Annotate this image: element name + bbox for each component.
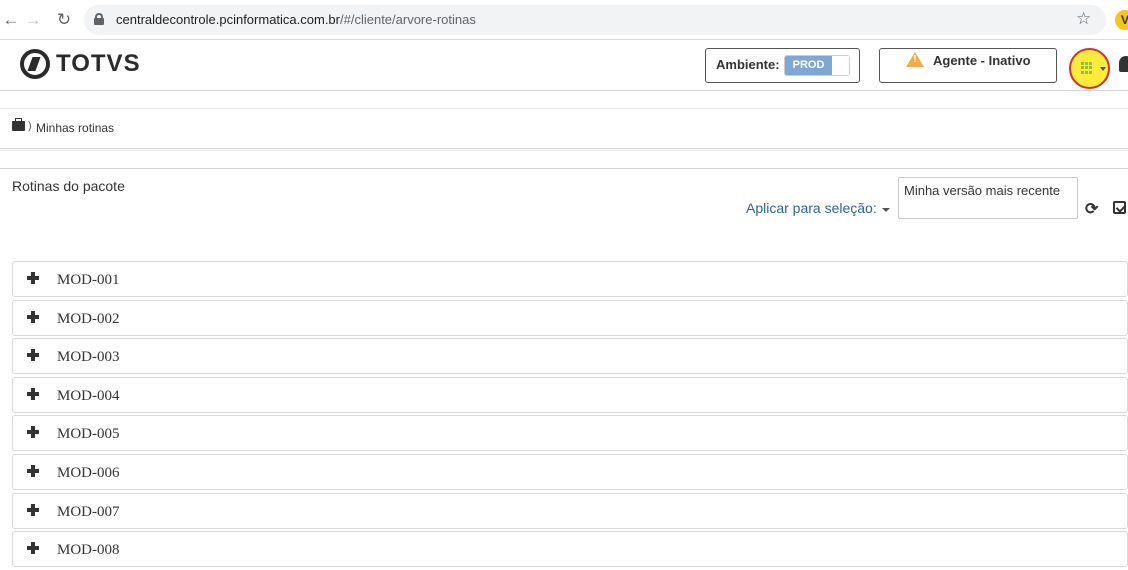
plus-icon[interactable] [27,464,39,477]
check-all-icon[interactable] [1113,201,1126,214]
module-label: MOD-003 [57,349,120,366]
ambiente-toggle[interactable]: PROD [784,55,850,76]
module-row[interactable]: MOD-003 [12,338,1128,375]
plus-icon[interactable] [27,349,39,362]
totvs-logo-mark-icon [20,49,50,79]
plus-icon[interactable] [27,387,39,400]
module-row[interactable]: MOD-004 [12,376,1128,413]
module-label: MOD-005 [57,426,120,443]
apps-menu-button[interactable] [1069,48,1110,89]
module-row[interactable]: MOD-001 [12,261,1128,297]
url-path: /#/cliente/arvore-rotinas [340,12,476,27]
breadcrumb: ) Minhas rotinas [0,109,1128,149]
warning-icon-mark: ! [913,54,917,65]
brand-name: TOTVS [56,50,141,77]
browser-toolbar: ← → ↻ centraldecontrole.pcinformatica.co… [0,0,1128,40]
lock-icon [94,13,104,25]
module-label: MOD-006 [57,464,120,481]
plus-icon[interactable] [27,310,39,323]
url-text: centraldecontrole.pcinformatica.com.br/#… [116,12,476,27]
chevron-down-icon [1100,67,1106,71]
module-list: MOD-001 MOD-002 MOD-003 MOD-004 MOD-005 … [12,261,1128,570]
plus-icon[interactable] [27,542,39,555]
star-icon[interactable]: ☆ [1076,9,1091,29]
bell-icon[interactable] [1119,56,1128,72]
module-row[interactable]: MOD-005 [12,415,1128,452]
plus-icon[interactable] [27,503,39,516]
ambiente-toggle-value: PROD [785,56,832,75]
module-label: MOD-008 [57,542,120,559]
module-row[interactable]: MOD-002 [12,299,1128,336]
module-row[interactable]: MOD-006 [12,453,1128,490]
chevron-down-icon[interactable] [882,208,890,212]
section-title: Rotinas do pacote [12,178,125,194]
breadcrumb-separator: ) [28,120,32,132]
totvs-logo[interactable]: TOTVS [20,49,141,79]
extension-icon[interactable]: V [1115,10,1128,30]
back-arrow-icon[interactable]: ← [0,9,22,31]
app-header: TOTVS Ambiente: PROD ! Agente - Inativo [0,40,1128,90]
briefcase-icon[interactable] [12,118,25,131]
breadcrumb-current: Minhas rotinas [36,121,115,135]
module-row[interactable]: MOD-007 [12,492,1128,529]
plus-icon[interactable] [27,426,39,439]
toggle-knob [833,56,849,75]
agent-status-label: Agente - Inativo [933,53,1031,68]
ambiente-label: Ambiente: [716,57,780,72]
forward-arrow-icon[interactable]: → [22,9,44,31]
module-label: MOD-002 [57,310,120,327]
apps-grid-icon [1081,62,1093,74]
refresh-icon[interactable]: ⟳ [1085,199,1098,219]
divider [0,150,1128,169]
version-select[interactable]: Minha versão mais recente [898,177,1078,219]
module-label: MOD-007 [57,503,120,520]
reload-icon[interactable]: ↻ [53,9,75,31]
module-label: MOD-001 [57,272,120,288]
apply-selection-dropdown[interactable]: Aplicar para seleção: [746,200,877,216]
ambiente-selector: Ambiente: PROD [705,48,860,83]
url-host: centraldecontrole.pcinformatica.com.br [116,12,340,27]
address-bar[interactable]: centraldecontrole.pcinformatica.com.br/#… [84,5,1106,35]
module-row[interactable]: MOD-008 [12,531,1128,568]
plus-icon[interactable] [27,272,39,284]
module-label: MOD-004 [57,387,120,404]
agent-status-button[interactable]: ! Agente - Inativo [879,48,1057,83]
divider [0,90,1128,109]
